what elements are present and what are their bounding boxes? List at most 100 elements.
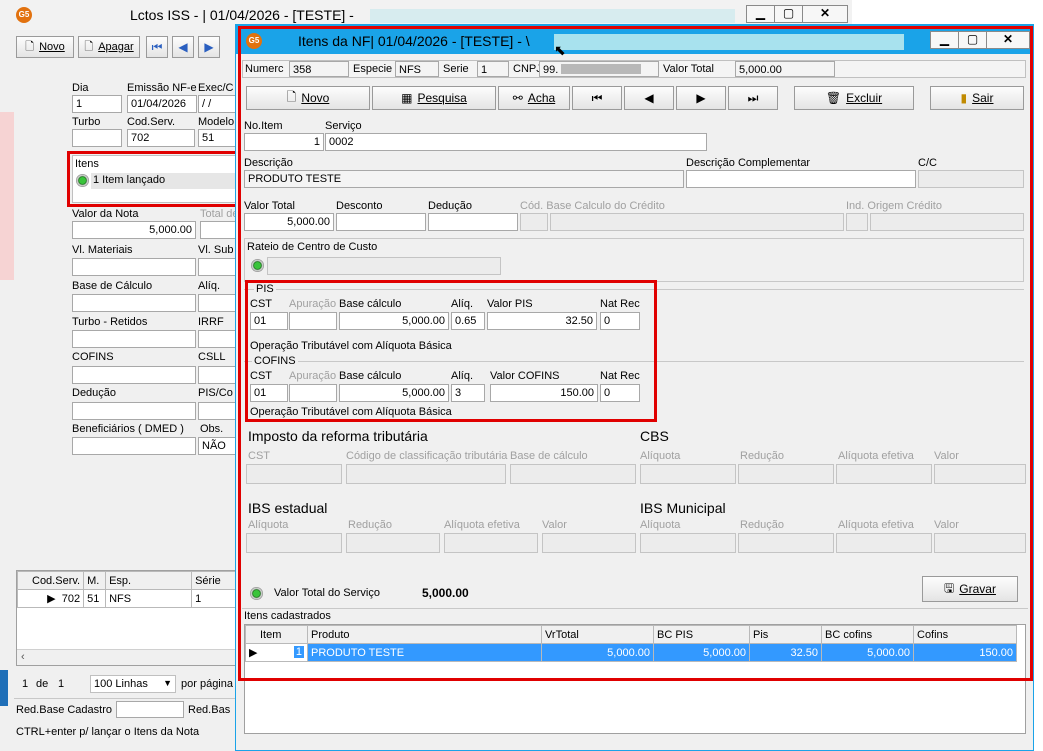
codserv-field[interactable]: 702	[127, 129, 195, 147]
irrf-field[interactable]	[198, 330, 236, 348]
especie-field[interactable]: NFS	[395, 61, 439, 77]
status-field[interactable]	[116, 701, 184, 718]
excluir-button[interactable]: 🗑 Excluir	[794, 86, 914, 110]
cofins-apuracao-field[interactable]	[289, 384, 337, 402]
obs-field[interactable]: NÃO	[198, 437, 236, 455]
pis-co-field[interactable]	[198, 402, 236, 420]
ibse-reducao-field[interactable]	[346, 533, 440, 553]
valor-total-item-field[interactable]: 5,000.00	[244, 213, 334, 231]
reforma-codigo-field[interactable]	[346, 464, 506, 484]
bg-novo-button[interactable]: 🗋 Novo	[16, 36, 74, 58]
col-item[interactable]: Item	[245, 625, 308, 644]
col-produto[interactable]: Produto	[307, 625, 542, 644]
dialog-maximize-button[interactable]: ▢	[958, 31, 987, 49]
pesquisa-button[interactable]: ▦ Pesquisa	[372, 86, 496, 110]
cofins-field[interactable]	[72, 366, 196, 384]
bg-prev-button[interactable]: ◀	[172, 36, 194, 58]
numero-field[interactable]: 358	[289, 61, 349, 77]
col-vrtotal[interactable]: VrTotal	[541, 625, 654, 644]
dialog-minimize-button[interactable]: ▁	[930, 31, 959, 49]
bg-first-button[interactable]: ⏮	[146, 36, 168, 58]
grid-header-serie[interactable]: Série	[191, 571, 237, 590]
last-record-button[interactable]: ⏭	[728, 86, 778, 110]
cbs-valor-field[interactable]	[934, 464, 1026, 484]
pis-apuracao-field[interactable]	[289, 312, 337, 330]
pis-natrec-field[interactable]: 0	[600, 312, 640, 330]
exec-field[interactable]: / /	[198, 95, 236, 113]
grid-header-codserv[interactable]: Cod.Serv.	[17, 571, 85, 590]
first-record-button[interactable]: ⏮	[572, 86, 622, 110]
cbs-reducao-field[interactable]	[738, 464, 834, 484]
col-bcpis[interactable]: BC PIS	[653, 625, 750, 644]
vl-sub-field[interactable]	[198, 258, 236, 276]
serie-field[interactable]: 1	[477, 61, 509, 77]
pis-valor-field[interactable]: 32.50	[487, 312, 597, 330]
aliq-field[interactable]	[198, 294, 236, 312]
bg-apagar-button[interactable]: 🗋 Apagar	[78, 36, 140, 58]
cod-base-code-field[interactable]	[520, 213, 548, 231]
dialog-close-button[interactable]: ✕	[986, 31, 1030, 49]
desconto-field[interactable]	[336, 213, 426, 231]
csll-field[interactable]	[198, 366, 236, 384]
deducao-field[interactable]	[72, 402, 196, 420]
valor-total-field[interactable]: 5,000.00	[735, 61, 835, 77]
bg-maximize-button[interactable]: ▢	[774, 5, 803, 23]
reforma-cst-field[interactable]	[246, 464, 342, 484]
cofins-natrec-field[interactable]: 0	[600, 384, 640, 402]
noitem-field[interactable]: 1	[244, 133, 324, 151]
cbs-aliquota-field[interactable]	[640, 464, 736, 484]
valor-nota-field[interactable]: 5,000.00	[72, 221, 196, 239]
bg-grid[interactable]: Cod.Serv. M. Esp. Série ▶ 702 51 NFS 1 ‹	[16, 570, 238, 666]
ind-origem-desc-field[interactable]	[870, 213, 1024, 231]
rateio-field[interactable]	[267, 257, 501, 275]
ibsm-valor-field[interactable]	[934, 533, 1026, 553]
grid-header-m[interactable]: M.	[83, 571, 107, 590]
deducao-item-field[interactable]	[428, 213, 518, 231]
ibsm-reducao-field[interactable]	[738, 533, 834, 553]
pis-cst-field[interactable]: 01	[250, 312, 288, 330]
bg-grid-scrollbar[interactable]: ‹	[17, 649, 237, 665]
turbo-retidos-field[interactable]	[72, 330, 196, 348]
ibsm-aliquota-field[interactable]	[640, 533, 736, 553]
bg-minimize-button[interactable]: ▁	[746, 5, 775, 23]
ibsm-aliquota-efetiva-field[interactable]	[836, 533, 932, 553]
ibse-valor-field[interactable]	[542, 533, 636, 553]
modelo-field[interactable]: 51	[198, 129, 236, 147]
vl-materiais-field[interactable]	[72, 258, 196, 276]
ibse-aliquota-efetiva-field[interactable]	[444, 533, 538, 553]
dia-field[interactable]: 1	[72, 95, 122, 113]
itens-panel[interactable]: Itens 1 Item lançado	[72, 155, 237, 203]
ind-origem-code-field[interactable]	[846, 213, 868, 231]
table-row[interactable]: ▶ 1 PRODUTO TESTE 5,000.00 5,000.00 32.50…	[245, 643, 1017, 662]
radio-green-icon[interactable]	[251, 259, 264, 272]
cc-field[interactable]	[918, 170, 1024, 188]
emissao-field[interactable]: 01/04/2026	[127, 95, 197, 113]
descricao-field[interactable]: PRODUTO TESTE	[244, 170, 684, 188]
base-calc-field[interactable]	[72, 294, 196, 312]
bg-next-button[interactable]: ▶	[198, 36, 220, 58]
total-field[interactable]	[200, 221, 236, 239]
cofins-valor-field[interactable]: 150.00	[490, 384, 598, 402]
col-pis[interactable]: Pis	[749, 625, 822, 644]
cofins-cst-field[interactable]: 01	[250, 384, 288, 402]
scroll-left-icon[interactable]: ‹	[21, 651, 25, 663]
cofins-aliq-field[interactable]: 3	[451, 384, 485, 402]
acha-button[interactable]: ⚯ Acha	[498, 86, 570, 110]
ibse-aliquota-field[interactable]	[246, 533, 342, 553]
next-record-button[interactable]: ▶	[676, 86, 726, 110]
cod-base-desc-field[interactable]	[550, 213, 844, 231]
prev-record-button[interactable]: ◀	[624, 86, 674, 110]
turbo-field[interactable]	[72, 129, 122, 147]
desc-comp-field[interactable]	[686, 170, 916, 188]
bg-close-button[interactable]: ✕	[802, 5, 848, 23]
pis-base-field[interactable]: 5,000.00	[339, 312, 449, 330]
reforma-base-field[interactable]	[510, 464, 636, 484]
itens-grid[interactable]: Item Produto VrTotal BC PIS Pis BC cofin…	[244, 624, 1026, 734]
gravar-button[interactable]: 🖫 Gravar	[922, 576, 1018, 602]
pis-aliq-field[interactable]: 0.65	[451, 312, 485, 330]
cofins-base-field[interactable]: 5,000.00	[339, 384, 449, 402]
sair-button[interactable]: ▮ Sair	[930, 86, 1024, 110]
novo-button[interactable]: 🗋 Novo	[246, 86, 370, 110]
grid-header-esp[interactable]: Esp.	[105, 571, 193, 590]
benef-field[interactable]	[72, 437, 196, 455]
